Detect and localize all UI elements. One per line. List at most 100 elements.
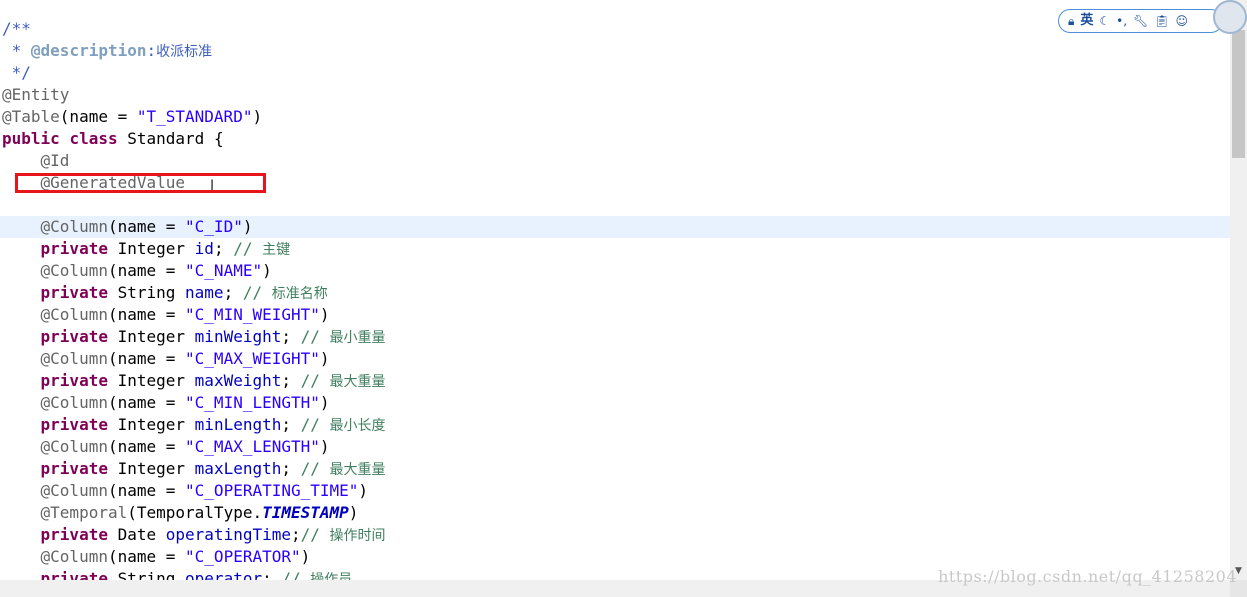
code-line[interactable]: @Column(name = "C_OPERATING_TIME") xyxy=(0,480,1230,502)
code-token: @Column xyxy=(40,349,108,368)
code-token: // xyxy=(281,569,311,580)
code-token: Integer xyxy=(107,327,195,346)
code-token: * xyxy=(2,41,31,60)
code-token: ) xyxy=(252,107,263,126)
code-line[interactable]: private Integer id; // 主键 xyxy=(0,238,1230,260)
watermark: https://blog.csdn.net/qq_41258204 xyxy=(938,567,1237,586)
code-line[interactable]: private Integer maxLength; // 最大重量 xyxy=(0,458,1230,480)
code-token: ; xyxy=(281,415,301,434)
code-line[interactable]: @Column(name = "C_MAX_LENGTH") xyxy=(0,436,1230,458)
code-token: 主键 xyxy=(262,242,291,258)
ime-toolbar[interactable]: 🔒︎ 英 ☾ •, 🔧︎ 📋︎ ☺ xyxy=(1058,9,1223,33)
language-toggle[interactable]: 英 xyxy=(1080,10,1093,32)
code-line[interactable]: @Column(name = "C_NAME") xyxy=(0,260,1230,282)
lock-icon[interactable]: 🔒︎ xyxy=(1068,10,1074,32)
code-token: name xyxy=(185,283,224,302)
code-token: (name = xyxy=(107,393,186,412)
code-token: private xyxy=(40,415,108,434)
code-token: 操作员 xyxy=(310,572,353,580)
code-token: (name = xyxy=(107,481,186,500)
code-token: ; xyxy=(291,525,301,544)
code-token: private xyxy=(40,459,108,478)
code-line[interactable]: private Integer minLength; // 最小长度 xyxy=(0,414,1230,436)
code-token: (TemporalType. xyxy=(127,503,263,522)
punctuation-icon[interactable]: •, xyxy=(1116,10,1127,32)
code-token: private xyxy=(40,525,108,544)
code-token: ; xyxy=(281,327,301,346)
code-token: 标准名称 xyxy=(271,286,328,302)
code-line[interactable]: private String name; // 标准名称 xyxy=(0,282,1230,304)
code-token: ; xyxy=(223,283,243,302)
code-token: "C_ID" xyxy=(185,217,243,236)
code-line[interactable]: @Column(name = "C_MIN_LENGTH") xyxy=(0,392,1230,414)
code-line[interactable]: @GeneratedValue xyxy=(0,172,1230,194)
code-token: minWeight xyxy=(194,327,282,346)
code-line[interactable]: */ xyxy=(0,62,1230,84)
code-token: ) xyxy=(300,547,311,566)
code-token: Standard { xyxy=(117,129,224,148)
code-token: Integer xyxy=(107,371,195,390)
code-line[interactable]: * @description:收派标准 xyxy=(0,40,1230,62)
code-line[interactable]: private Date operatingTime;// 操作时间 xyxy=(0,524,1230,546)
code-line[interactable]: @Entity xyxy=(0,84,1230,106)
code-token: "C_OPERATING_TIME" xyxy=(185,481,359,500)
code-token: public xyxy=(2,129,60,148)
code-line[interactable]: @Column(name = "C_ID") xyxy=(0,216,1230,238)
code-token: /** xyxy=(2,19,31,38)
code-token: @Column xyxy=(40,481,108,500)
code-line[interactable]: /** xyxy=(0,18,1230,40)
code-token: private xyxy=(40,239,108,258)
code-token: // xyxy=(300,525,330,544)
code-token: ) xyxy=(319,305,330,324)
code-line[interactable]: @Column(name = "C_MAX_WEIGHT") xyxy=(0,348,1230,370)
code-line[interactable]: @Table(name = "T_STANDARD") xyxy=(0,106,1230,128)
code-token: // xyxy=(233,239,263,258)
smiley-icon[interactable]: ☺ xyxy=(1176,10,1189,32)
code-token: @Column xyxy=(40,393,108,412)
code-token: ) xyxy=(319,437,330,456)
code-token: private xyxy=(40,283,108,302)
code-token: maxLength xyxy=(194,459,282,478)
code-token: Integer xyxy=(107,239,195,258)
moon-icon[interactable]: ☾ xyxy=(1099,10,1110,32)
clipboard-icon[interactable]: 📋︎ xyxy=(1154,10,1169,32)
code-token: "C_NAME" xyxy=(185,261,263,280)
code-line[interactable]: public class Standard { xyxy=(0,128,1230,150)
code-token: class xyxy=(69,129,118,148)
code-token: private xyxy=(40,569,108,580)
code-token: 最大重量 xyxy=(329,374,386,390)
vertical-scroll-thumb[interactable] xyxy=(1232,30,1245,158)
code-token: String xyxy=(107,569,186,580)
ime-avatar[interactable] xyxy=(1213,0,1247,34)
code-line[interactable]: @Id xyxy=(0,150,1230,172)
code-line[interactable] xyxy=(0,194,1230,216)
code-line[interactable]: private Integer minWeight; // 最小重量 xyxy=(0,326,1230,348)
code-token: TIMESTAMP xyxy=(262,503,349,522)
code-line[interactable]: @Temporal(TemporalType.TIMESTAMP) xyxy=(0,502,1230,524)
code-token: */ xyxy=(2,63,31,82)
code-token: ; xyxy=(281,371,301,390)
code-token: // xyxy=(300,459,330,478)
code-token: // xyxy=(300,415,330,434)
wrench-icon[interactable]: 🔧︎ xyxy=(1133,10,1148,32)
code-line[interactable]: @Column(name = "C_MIN_WEIGHT") xyxy=(0,304,1230,326)
code-editor[interactable]: /** * @description:收派标准 */ @Entity @Table(… xyxy=(0,18,1230,580)
code-token: "C_OPERATOR" xyxy=(185,547,301,566)
code-token: maxWeight xyxy=(194,371,282,390)
code-token: @Column xyxy=(40,261,108,280)
code-line[interactable]: @Column(name = "C_OPERATOR") xyxy=(0,546,1230,568)
code-token: ) xyxy=(262,261,272,280)
code-token: "C_MAX_LENGTH" xyxy=(185,437,320,456)
code-line[interactable]: private Integer maxWeight; // 最大重量 xyxy=(0,370,1230,392)
code-token: String xyxy=(107,283,186,302)
